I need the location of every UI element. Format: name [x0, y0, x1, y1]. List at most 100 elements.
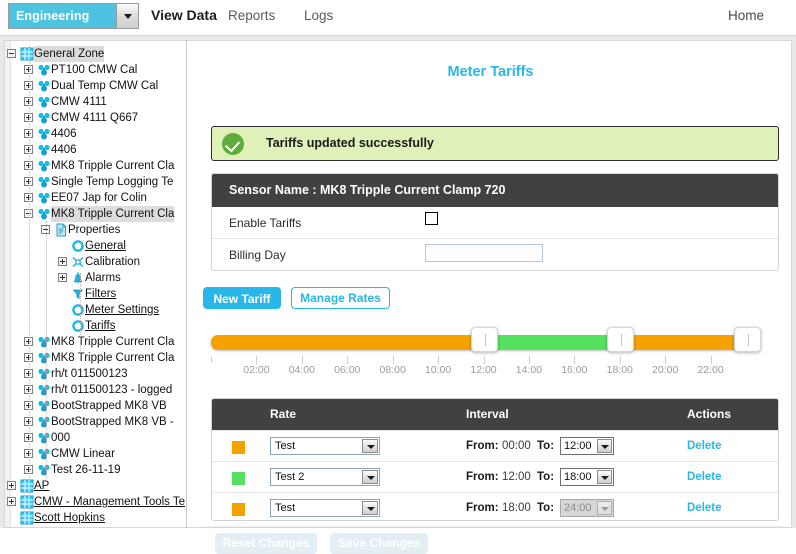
tree-item-cmw-linear[interactable]: CMW Linear — [5, 446, 186, 462]
reset-changes-button[interactable]: Reset Changes — [215, 533, 317, 554]
tree-expand-icon[interactable] — [7, 497, 16, 506]
chevron-down-icon[interactable] — [362, 501, 378, 515]
table-row: Test From: 00:00 To: 12:00 Delete — [212, 430, 778, 461]
nav-item-view-data[interactable]: View Data — [151, 7, 217, 23]
enable-tariffs-checkbox[interactable] — [425, 212, 438, 225]
timeline-tick-label: 10:00 — [424, 364, 452, 376]
tree-item-scott-hopkins[interactable]: Scott Hopkins — [5, 510, 186, 526]
tree-item-bootstrapped-mk8-vb[interactable]: BootStrapped MK8 VB — [5, 398, 186, 414]
timeline-tick-label: 12:00 — [470, 364, 497, 376]
tree-item-tariffs[interactable]: Tariffs — [5, 318, 186, 334]
tree-item-000[interactable]: 000 — [5, 430, 186, 446]
sensor-icon — [37, 191, 51, 205]
tree-item-meter-settings[interactable]: Meter Settings — [5, 302, 186, 318]
timeline-handle-2[interactable] — [734, 327, 761, 352]
sensor-icon — [37, 351, 51, 365]
sensor-icon — [37, 95, 51, 109]
tree-item-properties[interactable]: Properties — [5, 222, 186, 238]
chevron-down-icon[interactable] — [597, 470, 612, 484]
tree-item-general-zone[interactable]: General Zone — [5, 46, 186, 62]
tree-item-cmw-management-tools-te[interactable]: CMW - Management Tools Te — [5, 494, 186, 510]
timeline-tick-label: 14:00 — [515, 364, 543, 376]
manage-rates-button[interactable]: Manage Rates — [291, 287, 390, 309]
billing-day-input[interactable] — [425, 244, 543, 262]
tree-item-pt100-cmw-cal[interactable]: PT100 CMW Cal — [5, 62, 186, 78]
tree-item-bootstrapped-mk8-vb[interactable]: BootStrapped MK8 VB - — [5, 414, 186, 430]
tree-collapse-icon[interactable] — [7, 49, 16, 58]
tree-item-alarms[interactable]: Alarms — [5, 270, 186, 286]
tree-item-cmw-4111[interactable]: CMW 4111 — [5, 94, 186, 110]
interval-to-select[interactable]: 18:00 — [560, 468, 614, 486]
sensor-icon — [37, 463, 51, 477]
rate-select[interactable]: Test — [270, 499, 380, 517]
zone-selector-value: Engineering — [16, 9, 90, 23]
tree-item-calibration[interactable]: Calibration — [5, 254, 186, 270]
tree-item-4406[interactable]: 4406 — [5, 126, 186, 142]
delete-link[interactable]: Delete — [687, 440, 722, 452]
timeline-tick-10:00 — [438, 356, 440, 364]
nav-item-home[interactable]: Home — [728, 8, 764, 23]
chevron-down-icon[interactable] — [362, 470, 378, 484]
new-tariff-button[interactable]: New Tariff — [203, 287, 281, 309]
timeline-segment-1[interactable] — [483, 335, 620, 350]
column-header-actions: Actions — [687, 407, 732, 421]
tree-item-mk8-tripple-current-cla[interactable]: MK8 Tripple Current Cla — [5, 206, 186, 222]
tree-item-label: CMW - Management Tools Te — [34, 496, 186, 508]
timeline-tick-16:00 — [574, 356, 576, 364]
tariff-timeline-slider[interactable]: 02:00 04:00 06:00 08:00 10:00 12:00 14:00 16:00… — [211, 327, 761, 377]
success-alert-text: Tariffs updated successfully — [266, 136, 434, 150]
rates-table: Rate Interval Actions Test From: 00:00 To: 1… — [211, 398, 779, 521]
billing-day-label: Billing Day — [229, 248, 286, 262]
delete-link[interactable]: Delete — [687, 471, 722, 483]
tree-item-cmw-4111-q667[interactable]: CMW 4111 Q667 — [5, 110, 186, 126]
billing-day-row: Billing Day — [212, 239, 778, 270]
chevron-down-icon[interactable] — [362, 439, 378, 453]
timeline-tick-20:00 — [665, 356, 667, 364]
tree-item-single-temp-logging-te[interactable]: Single Temp Logging Te — [5, 174, 186, 190]
footer-divider — [206, 526, 784, 527]
tree-item-mk8-tripple-current-cla[interactable]: MK8 Tripple Current Cla — [5, 334, 186, 350]
tree-item-ap[interactable]: AP — [5, 478, 186, 494]
tree-item-mk8-tripple-current-cla[interactable]: MK8 Tripple Current Cla — [5, 158, 186, 174]
sensor-icon — [37, 79, 51, 93]
rate-select[interactable]: Test 2 — [270, 468, 380, 486]
check-circle-icon — [222, 133, 244, 155]
tree-item-label: MK8 Tripple Current Cla — [51, 206, 175, 222]
tree-item-mk8-tripple-current-cla[interactable]: MK8 Tripple Current Cla — [5, 350, 186, 366]
timeline-tick-label: 06:00 — [334, 364, 361, 376]
nav-item-reports[interactable]: Reports — [228, 8, 275, 23]
tree-item-dual-temp-cmw-cal[interactable]: Dual Temp CMW Cal — [5, 78, 186, 94]
sensor-icon — [37, 447, 51, 461]
tree-expand-icon[interactable] — [7, 481, 16, 490]
timeline-handle-0[interactable] — [470, 327, 498, 352]
save-changes-button[interactable]: Save Changes — [330, 533, 428, 554]
sidebar-tree-panel[interactable]: General Zone PT100 CMW Cal Dual Temp CMW C… — [5, 41, 187, 527]
document-icon — [54, 223, 68, 237]
circle-icon — [71, 303, 85, 317]
interval-to-label: To: — [537, 502, 555, 514]
tree-item-rh-t-011500123-logged[interactable]: rh/t 011500123 - logged — [5, 382, 186, 398]
tree-item-ee07-jap-for-colin[interactable]: EE07 Jap for Colin — [5, 190, 186, 206]
tree-item-rh-t-011500123[interactable]: rh/t 011500123 — [5, 366, 186, 382]
rate-select[interactable]: Test — [270, 437, 380, 455]
column-header-rate: Rate — [270, 407, 297, 421]
timeline-handle-1[interactable] — [606, 327, 634, 352]
tree-item-label: Calibration — [85, 256, 140, 268]
delete-link[interactable]: Delete — [687, 502, 722, 514]
timeline-tick-14:00 — [528, 356, 530, 364]
top-navigation-bar: Engineering View Data Reports Logs Home — [0, 0, 796, 36]
timeline-segment-0[interactable] — [211, 335, 484, 350]
chevron-down-icon[interactable] — [116, 4, 138, 28]
tree-item-label: General — [85, 240, 126, 252]
zone-selector[interactable]: Engineering — [8, 3, 139, 29]
tree-item-4406[interactable]: 4406 — [5, 142, 186, 158]
nav-item-logs[interactable]: Logs — [304, 8, 333, 23]
tree-expand-icon[interactable] — [58, 273, 67, 282]
chevron-down-icon[interactable] — [597, 439, 612, 453]
interval-to-select[interactable]: 12:00 — [560, 437, 614, 455]
tree-expand-icon[interactable] — [58, 257, 67, 266]
tree-item-general[interactable]: General — [5, 238, 186, 254]
tree-item-test-26-11-19[interactable]: Test 26-11-19 — [5, 462, 186, 478]
tree-item-label: PT100 CMW Cal — [51, 64, 138, 76]
tree-item-filters[interactable]: Filters — [5, 286, 186, 302]
